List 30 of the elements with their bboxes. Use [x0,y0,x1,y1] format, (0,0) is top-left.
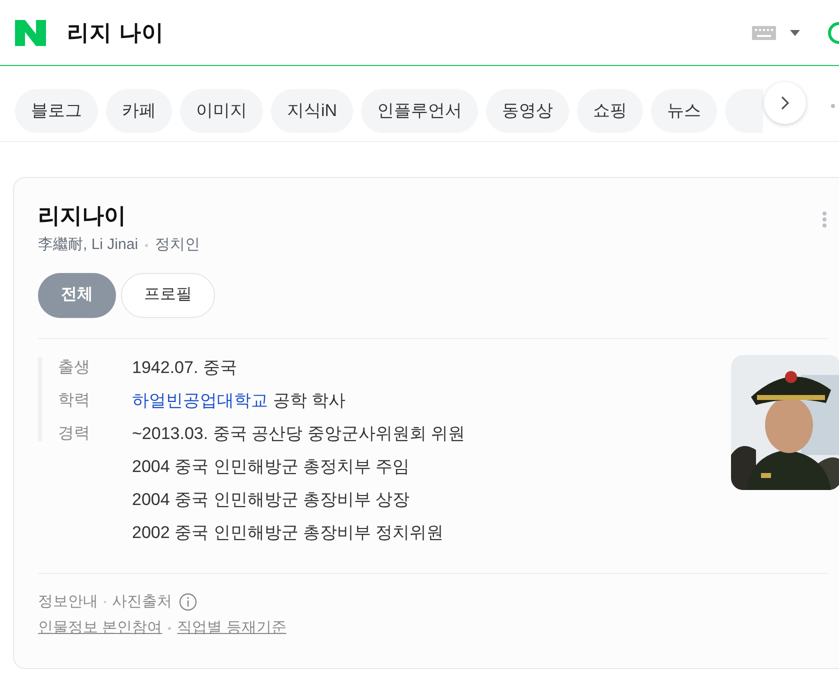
person-aliases: 李繼耐, Li Jinai [38,235,138,255]
category-tab[interactable]: 쇼핑 [577,89,644,133]
info-value: 2004 중국 인민해방군 총장비부 상장 [132,488,410,510]
info-label: 학력 [58,390,91,410]
info-value: 2002 중국 인민해방군 총장비부 정치위원 [132,522,444,544]
info-label: 경력 [58,424,91,444]
person-occupation: 정치인 [155,235,200,255]
category-tab[interactable]: 인플루언서 [361,89,478,133]
school-link[interactable]: 하얼빈공업대학교 [132,384,268,416]
profile-tab[interactable]: 프로필 [121,272,215,318]
info-value: ~2013.03. 중국 공산당 중앙군사위원회 위원 [132,422,465,444]
person-name: 리지나이 [38,202,126,230]
category-tab[interactable]: 이미지 [180,89,263,133]
info-value: 2004 중국 인민해방군 총정치부 주임 [132,456,410,478]
category-tab[interactable]: 뉴스 [651,89,718,133]
naver-logo-icon[interactable] [15,20,46,46]
caret-icon[interactable] [790,30,800,36]
chevron-right-icon [781,96,789,110]
info-label: 출생 [58,358,91,378]
more-icon[interactable] [822,211,827,228]
keyboard-icon[interactable] [752,26,776,40]
category-tab[interactable]: 블로그 [15,89,98,133]
category-tab[interactable]: 카페 [106,89,172,133]
scroll-right-button[interactable] [764,82,806,124]
category-tab[interactable]: 지식iN [271,89,354,133]
category-tab[interactable]: 동영상 [486,89,570,133]
info-value: 공학 학사 [273,390,346,412]
info-icon[interactable] [179,592,197,611]
search-query[interactable]: 리지 나이 [67,16,164,49]
info-value: 1942.07. 중국 [132,356,237,378]
